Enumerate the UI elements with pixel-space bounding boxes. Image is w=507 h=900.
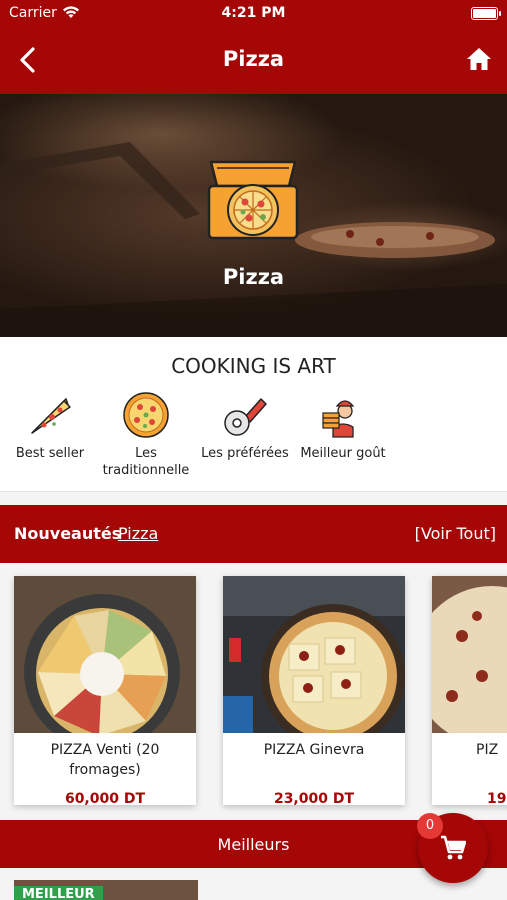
see-all-link[interactable]: [Voir Tout] (415, 524, 496, 543)
pizza-cutter-icon (224, 398, 267, 436)
best-badge: MEILLEUR (14, 886, 103, 900)
product-price: 23,000 DT (273, 791, 355, 805)
shopping-cart-icon (441, 835, 466, 860)
home-icon (467, 48, 491, 70)
hero-banner: Pizza (0, 94, 507, 337)
product-name: PIZZA Venti (20 fromages) (50, 742, 160, 778)
product-card[interactable]: PIZZA Ginevra 23,000 DT (223, 576, 405, 805)
product-price: 19, (487, 791, 507, 805)
status-time: 4:21 PM (221, 5, 286, 21)
product-price: 60,000 DT (64, 791, 146, 805)
category-meilleur-gout[interactable]: Meilleur goût (294, 391, 392, 462)
page-title: Pizza (222, 47, 285, 71)
product-name: PIZ (476, 742, 499, 758)
categories-section: COOKING IS ART Best seller Les tradition… (0, 337, 507, 492)
top-bar: Carrier 4:21 PM Pizza (0, 0, 507, 94)
cart-count-badge: 0 (417, 813, 443, 839)
category-best-seller[interactable]: Best seller (1, 391, 99, 462)
product-card[interactable]: PIZZA Venti (20 fromages) 60,000 DT (14, 576, 196, 805)
battery-icon (471, 7, 501, 20)
category-traditionnelle[interactable]: Les traditionnelle (97, 391, 195, 479)
category-label: Les traditionnelle (102, 446, 190, 478)
category-label: Meilleur goût (300, 446, 386, 461)
home-button[interactable] (465, 45, 493, 73)
products-carousel[interactable]: PIZZA Venti (20 fromages) 60,000 DT PIZZ… (0, 563, 507, 823)
status-bar: Carrier 4:21 PM (0, 0, 507, 28)
whole-pizza-icon (123, 392, 169, 438)
new-products-category-link[interactable]: Pizza (118, 524, 158, 543)
product-image (432, 576, 507, 733)
category-preferees[interactable]: Les préférées (196, 391, 294, 462)
back-button[interactable] (14, 44, 44, 76)
product-card[interactable]: PIZ 19, (432, 576, 507, 805)
product-image (223, 576, 405, 733)
product-name: PIZZA Ginevra (263, 742, 365, 758)
category-label: Best seller (15, 446, 85, 461)
category-label: Les préférées (201, 446, 289, 461)
chevron-left-icon (20, 47, 35, 73)
screen: Carrier 4:21 PM Pizza Pizza COOKING IS A… (0, 0, 507, 900)
product-image (14, 576, 196, 733)
hero-title: Pizza (222, 265, 285, 289)
pizza-box-icon (203, 154, 303, 246)
categories-heading: COOKING IS ART (171, 354, 336, 378)
pizza-slice-icon (31, 397, 71, 434)
pizza-delivery-man-icon (322, 400, 355, 438)
new-products-label: Nouveautés (14, 524, 122, 543)
new-products-bar: Nouveautés Pizza [Voir Tout] (0, 505, 507, 563)
